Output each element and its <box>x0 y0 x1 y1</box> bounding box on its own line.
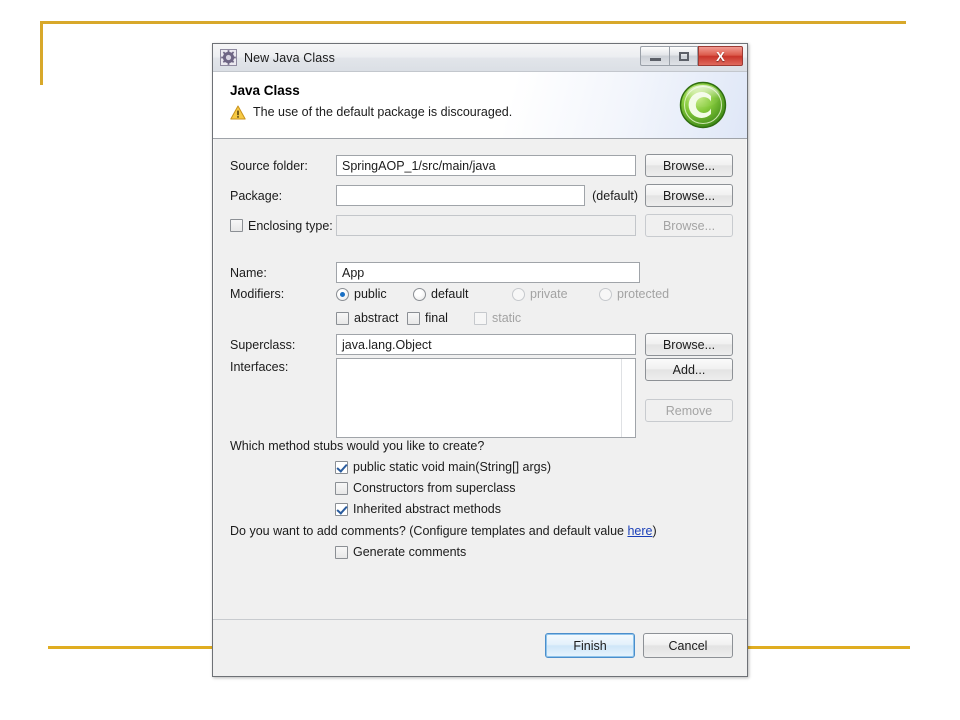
checkbox-inherited-box <box>335 502 348 516</box>
checkbox-final-box <box>407 311 420 325</box>
checkbox-constructors-label: Constructors from superclass <box>353 481 516 495</box>
modifier-radio-protected: protected <box>599 287 669 301</box>
superclass-label: Superclass: <box>230 337 296 352</box>
comments-question-row: Do you want to add comments? (Configure … <box>230 524 733 538</box>
slide-accent-line-left <box>40 21 43 85</box>
modifiers-row: Modifiers: public default private protec… <box>230 287 733 301</box>
enclosing-type-label: Enclosing type: <box>248 218 333 233</box>
modifier-radio-private: private <box>512 287 599 301</box>
stub-checkbox-inherited[interactable]: Inherited abstract methods <box>335 502 501 516</box>
superclass-input[interactable]: java.lang.Object <box>336 334 636 355</box>
interfaces-add-button[interactable]: Add... <box>645 358 733 381</box>
window-controls: X <box>640 46 743 66</box>
radio-default-label: default <box>431 287 469 301</box>
radio-public-label: public <box>354 287 387 301</box>
source-folder-input[interactable]: SpringAOP_1/src/main/java <box>336 155 636 176</box>
dialog-body: Source folder: SpringAOP_1/src/main/java… <box>213 139 747 621</box>
stub-checkbox-constructors[interactable]: Constructors from superclass <box>335 481 516 495</box>
stub-main-row: public static void main(String[] args) <box>230 460 733 474</box>
source-folder-label: Source folder: <box>230 158 308 173</box>
interfaces-buttons: Add... Remove <box>645 358 733 422</box>
modifier-radio-default[interactable]: default <box>413 287 512 301</box>
modifier-flags-row: abstract final static <box>230 311 733 325</box>
checkbox-generate-comments-box <box>335 545 348 559</box>
interfaces-label: Interfaces: <box>230 360 289 374</box>
checkbox-final-label: final <box>425 311 448 325</box>
source-folder-row: Source folder: SpringAOP_1/src/main/java… <box>230 154 733 177</box>
radio-default-dot <box>413 287 426 301</box>
modifier-checkbox-final[interactable]: final <box>407 311 474 325</box>
title-bar: New Java Class X <box>213 44 747 72</box>
modifiers-label: Modifiers: <box>230 287 285 301</box>
checkbox-abstract-box <box>336 311 349 325</box>
stub-checkbox-main[interactable]: public static void main(String[] args) <box>335 460 551 474</box>
checkbox-inherited-label: Inherited abstract methods <box>353 502 501 516</box>
enclosing-type-checkbox[interactable]: Enclosing type: <box>230 219 335 233</box>
package-row: Package: (default) Browse... <box>230 184 733 207</box>
maximize-button[interactable] <box>669 46 698 66</box>
configure-templates-link[interactable]: here <box>627 524 652 538</box>
minimize-icon <box>649 57 661 61</box>
comments-question: Do you want to add comments? (Configure … <box>230 524 657 538</box>
enclosing-type-input[interactable] <box>335 215 636 236</box>
close-button[interactable]: X <box>698 46 743 66</box>
java-class-wizard-icon <box>220 49 237 66</box>
radio-private-dot <box>512 287 525 301</box>
checkbox-static-label: static <box>492 311 522 325</box>
package-input[interactable] <box>336 185 586 206</box>
checkbox-static-box <box>474 311 487 325</box>
close-icon: X <box>716 48 725 64</box>
method-stubs-question-row: Which method stubs would you like to cre… <box>230 439 733 453</box>
interfaces-remove-button: Remove <box>645 399 733 422</box>
dialog-footer: Finish Cancel <box>213 619 747 676</box>
enclosing-type-row: Enclosing type: Browse... <box>230 214 733 237</box>
name-label: Name: <box>230 265 267 280</box>
radio-protected-label: protected <box>617 287 670 301</box>
generate-comments-row: Generate comments <box>230 545 733 559</box>
checkbox-main-box <box>335 460 348 474</box>
checkbox-generate-comments[interactable]: Generate comments <box>335 545 466 559</box>
checkbox-constructors-box <box>335 481 348 495</box>
package-browse-button[interactable]: Browse... <box>645 184 733 207</box>
package-label: Package: <box>230 188 283 203</box>
header-message-row: The use of the default package is discou… <box>230 105 747 120</box>
superclass-browse-button[interactable]: Browse... <box>645 333 733 356</box>
modifier-checkbox-abstract[interactable]: abstract <box>336 311 407 325</box>
window-title: New Java Class <box>244 50 336 65</box>
maximize-icon <box>678 51 689 61</box>
interfaces-row: Interfaces: Add... Remove <box>230 358 733 438</box>
new-java-class-dialog: New Java Class X Java Class The use of t… <box>212 43 748 677</box>
radio-protected-dot <box>599 287 612 301</box>
header-message: The use of the default package is discou… <box>253 105 513 119</box>
java-class-logo-icon <box>678 80 728 130</box>
warning-icon <box>230 105 246 120</box>
slide-accent-line-top <box>40 21 906 24</box>
superclass-row: Superclass: java.lang.Object Browse... <box>230 333 733 356</box>
checkbox-main-label: public static void main(String[] args) <box>353 460 551 474</box>
comments-question-after: ) <box>652 524 657 538</box>
package-default-hint: (default) <box>592 188 638 203</box>
radio-private-label: private <box>530 287 568 301</box>
checkbox-abstract-label: abstract <box>354 311 399 325</box>
minimize-button[interactable] <box>640 46 669 66</box>
cancel-button[interactable]: Cancel <box>643 633 733 658</box>
enclosing-type-checkbox-box <box>230 219 243 232</box>
comments-question-before: Do you want to add comments? (Configure … <box>230 524 628 538</box>
modifier-checkbox-static: static <box>474 311 521 325</box>
modifier-radio-public[interactable]: public <box>336 287 413 301</box>
name-input[interactable]: App <box>336 262 640 283</box>
source-folder-browse-button[interactable]: Browse... <box>645 154 733 177</box>
page-title: Java Class <box>230 83 300 98</box>
method-stubs-question: Which method stubs would you like to cre… <box>230 439 485 453</box>
stub-constructors-row: Constructors from superclass <box>230 481 733 495</box>
enclosing-type-browse-button: Browse... <box>645 214 733 237</box>
interfaces-listbox[interactable] <box>336 358 636 438</box>
radio-public-dot <box>336 287 349 301</box>
stub-inherited-row: Inherited abstract methods <box>230 502 733 516</box>
name-row: Name: App <box>230 262 733 283</box>
dialog-header: Java Class The use of the default packag… <box>213 72 747 139</box>
finish-button[interactable]: Finish <box>545 633 635 658</box>
checkbox-generate-comments-label: Generate comments <box>353 545 467 559</box>
